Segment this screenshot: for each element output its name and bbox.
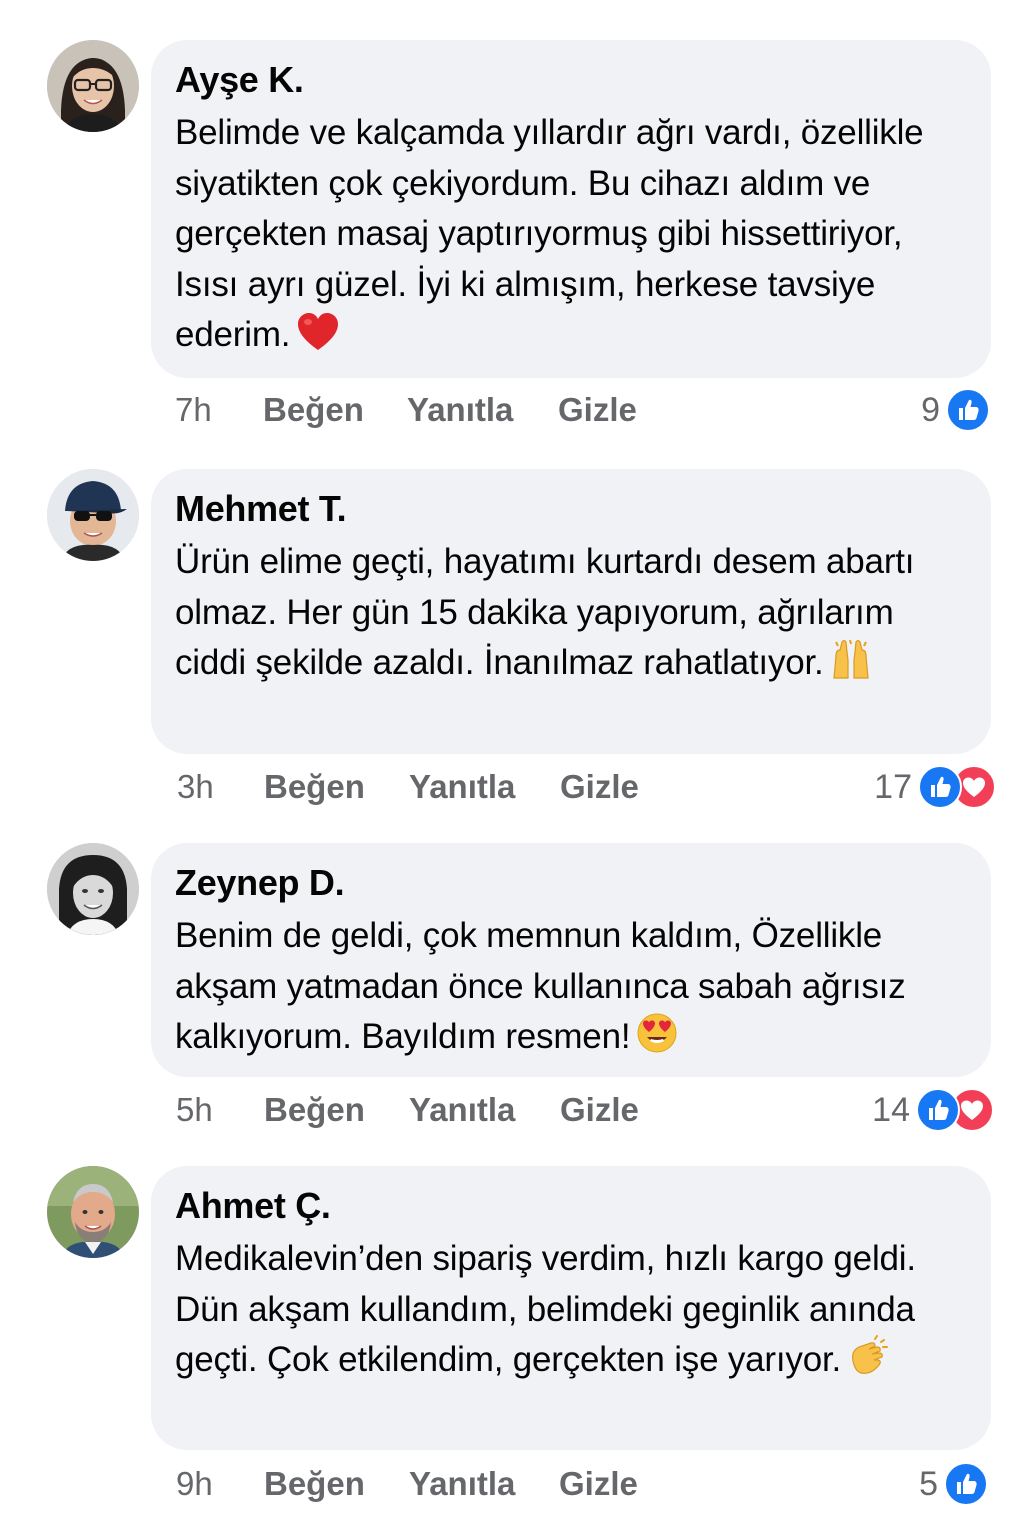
comment-author[interactable]: Ayşe K. [175, 58, 967, 102]
like-icon [944, 1462, 988, 1506]
comment-text-body: Belimde ve kalçamda yıllardır ağrı vardı… [175, 113, 924, 354]
comment-time: 3h [177, 768, 214, 805]
avatar[interactable] [47, 843, 139, 935]
avatar[interactable] [47, 40, 139, 132]
comment-text-body: Benim de geldi, çok memnun kaldım, Özell… [175, 916, 906, 1056]
reaction-count: 5 [919, 1464, 938, 1503]
comment-actions: 7h Beğen Yanıtla Gizle [175, 388, 995, 432]
comment-bubble: Zeynep D. Benim de geldi, çok memnun kal… [151, 843, 991, 1077]
reply-action-button[interactable]: Yanıtla [409, 765, 515, 809]
like-action-button[interactable]: Beğen [264, 765, 365, 809]
reply-action-button[interactable]: Yanıtla [409, 1462, 515, 1506]
like-icon [946, 388, 990, 432]
reaction-summary[interactable]: 14 [872, 1088, 994, 1132]
avatar[interactable] [47, 469, 139, 561]
comment-text: Ürün elime geçti, hayatımı kurtardı dese… [175, 537, 967, 695]
reaction-count: 17 [874, 767, 912, 806]
reaction-summary[interactable]: 17 [874, 765, 996, 809]
reply-action-button[interactable]: Yanıtla [409, 1088, 515, 1132]
like-action-button[interactable]: Beğen [264, 1088, 365, 1132]
reaction-count: 9 [921, 390, 940, 429]
like-action-button[interactable]: Beğen [264, 1462, 365, 1506]
hide-action-button[interactable]: Gizle [560, 765, 639, 809]
hide-action-button[interactable]: Gizle [560, 1088, 639, 1132]
comment-time: 5h [176, 1091, 213, 1128]
like-icon [918, 765, 962, 809]
hide-action-button[interactable]: Gizle [559, 1462, 638, 1506]
reaction-summary[interactable]: 9 [921, 388, 990, 432]
heart-eyes-icon [636, 1012, 678, 1069]
red-heart-icon [296, 312, 340, 367]
comment-bubble: Ahmet Ç. Medikalevin’den sipariş verdim,… [151, 1166, 991, 1450]
avatar[interactable] [47, 1166, 139, 1258]
comment-author[interactable]: Zeynep D. [175, 861, 967, 905]
raising-hands-icon [830, 638, 872, 695]
comment-text: Belimde ve kalçamda yıllardır ağrı vardı… [175, 108, 967, 367]
comment-author[interactable]: Mehmet T. [175, 487, 967, 531]
comment-text: Benim de geldi, çok memnun kaldım, Özell… [175, 911, 967, 1069]
comment-author[interactable]: Ahmet Ç. [175, 1184, 967, 1228]
like-icon [916, 1088, 960, 1132]
comment-bubble: Mehmet T. Ürün elime geçti, hayatımı kur… [151, 469, 991, 754]
clapping-hands-icon [847, 1335, 889, 1392]
reaction-count: 14 [872, 1090, 910, 1129]
comment-actions: 9h Beğen Yanıtla Gizle [175, 1462, 995, 1506]
reply-action-button[interactable]: Yanıtla [407, 388, 513, 432]
reaction-summary[interactable]: 5 [919, 1462, 988, 1506]
comment-text-body: Ürün elime geçti, hayatımı kurtardı dese… [175, 542, 915, 682]
hide-action-button[interactable]: Gizle [558, 388, 637, 432]
comment-time: 7h [175, 391, 212, 428]
like-action-button[interactable]: Beğen [263, 388, 364, 432]
comment-text-body: Medikalevin’den sipariş verdim, hızlı ka… [175, 1239, 916, 1379]
comment-bubble: Ayşe K. Belimde ve kalçamda yıllardır ağ… [151, 40, 991, 378]
comment-time: 9h [176, 1465, 213, 1502]
comment-text: Medikalevin’den sipariş verdim, hızlı ka… [175, 1234, 967, 1392]
comment-actions: 3h Beğen Yanıtla Gizle [175, 765, 995, 809]
